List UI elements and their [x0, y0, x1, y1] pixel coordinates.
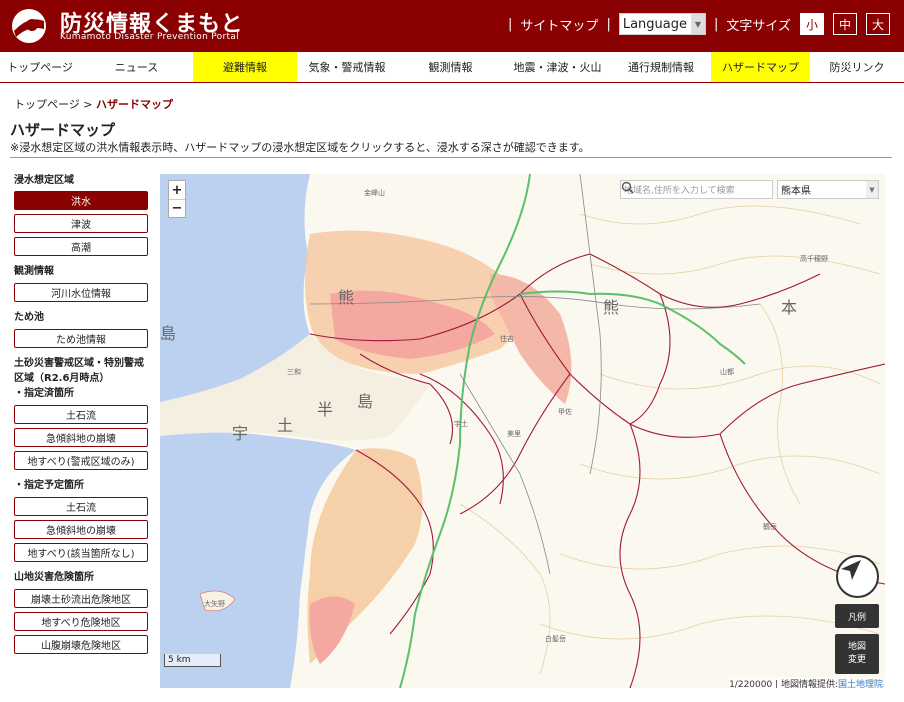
map-canvas[interactable] [160, 174, 885, 688]
map-search-input[interactable]: 地域名,住所を入力して検索 [620, 180, 773, 199]
map-label-kuri: 鶴岳 [763, 523, 777, 531]
nav-item-earthquake[interactable]: 地震・津波・火山 [504, 52, 611, 82]
page-note: ※浸水想定区域の洪水情報表示時、ハザードマップの浸水想定区域をクリックすると、浸… [10, 141, 590, 154]
prefecture-select[interactable]: 熊本県 ▼ [777, 180, 879, 199]
sidebar-item-pond-info[interactable]: ため池情報 [14, 329, 148, 348]
map-label-kumamoto-2: 熊 [603, 298, 620, 317]
font-size-medium-button[interactable]: 中 [833, 13, 857, 35]
legend-button[interactable]: 凡例 [835, 604, 879, 628]
sidebar-item-storm-surge[interactable]: 高潮 [14, 237, 148, 256]
sidebar-heading-planned: ・指定予定箇所 [14, 480, 84, 491]
chevron-down-icon: ▼ [866, 181, 878, 198]
breadcrumb-current: ハザードマップ [96, 98, 173, 111]
sidebar-item-river-level[interactable]: 河川水位情報 [14, 283, 148, 302]
search-placeholder: 地域名,住所を入力して検索 [624, 186, 735, 196]
sitemap-link[interactable]: サイトマップ [520, 15, 598, 34]
breadcrumb-home[interactable]: トップページ [14, 98, 80, 111]
font-size-small-button[interactable]: 小 [800, 13, 824, 35]
map-label-yamato: 山都 [720, 368, 734, 376]
zoom-out-button[interactable]: − [169, 199, 185, 217]
sidebar-item-tsunami[interactable]: 津波 [14, 214, 148, 233]
zoom-in-button[interactable]: + [169, 181, 185, 199]
logo-icon[interactable] [8, 7, 50, 45]
sidebar-item-collapse-outflow[interactable]: 崩壊土砂流出危険地区 [14, 589, 148, 608]
sidebar-heading-sediment-2: 区域（R2.6月時点） [14, 373, 110, 384]
change-map-button[interactable]: 地図 変更 [835, 634, 879, 674]
breadcrumb: トップページ > ハザードマップ [14, 96, 173, 112]
divider: | [713, 16, 719, 32]
prefecture-value: 熊本県 [781, 186, 811, 197]
map-label-sumiyoshi: 住吉 [500, 335, 514, 343]
scale-bar: 5 km [164, 654, 221, 667]
sidebar-item-hillside-collapse[interactable]: 山腹崩壊危険地区 [14, 635, 148, 654]
breadcrumb-separator: > [83, 98, 93, 111]
nav-item-observation[interactable]: 観測情報 [397, 52, 504, 82]
current-location-button[interactable] [836, 555, 879, 598]
sidebar-item-landslide[interactable]: 地すべり(警戒区域のみ) [14, 451, 148, 470]
nav-item-weather[interactable]: 気象・警戒情報 [297, 52, 397, 82]
sidebar-heading-flood-area: 浸水想定区域 [14, 175, 74, 186]
map-label-kosa: 甲佐 [558, 408, 572, 416]
nav-item-evacuation[interactable]: 避難情報 [193, 52, 297, 82]
map-label-shima-2: 島 [357, 392, 374, 411]
attribution-text: 1/220000 | 地図情報提供: [729, 680, 838, 688]
map-label-u: 宇 [232, 424, 249, 443]
divider [10, 157, 892, 158]
map-label-uto: 宇土 [454, 420, 468, 428]
sidebar-heading-mountain: 山地災害危険箇所 [14, 572, 94, 583]
map-attribution: 1/220000 | 地図情報提供:国土地理院 [729, 677, 883, 688]
sidebar-item-planned-debris-flow[interactable]: 土石流 [14, 497, 148, 516]
divider: | [606, 16, 611, 32]
sidebar-heading-sediment: 土砂災害警戒区域・特別警戒 [14, 358, 144, 369]
sidebar-item-debris-flow[interactable]: 土石流 [14, 405, 148, 424]
navigation-arrow-icon [841, 560, 861, 580]
nav-item-hazard-map[interactable]: ハザードマップ [711, 52, 810, 82]
zoom-control: + − [168, 180, 186, 218]
map-label-kumamoto: 熊 [338, 288, 355, 307]
nav-item-links[interactable]: 防災リンク [810, 52, 904, 82]
site-subtitle: Kumamoto Disaster Prevention Portal [60, 32, 239, 42]
sidebar-heading-designated: ・指定済箇所 [14, 388, 74, 399]
hazard-map[interactable]: 熊 熊 本 島 宇 土 半 島 金峰山 高千穂野 大矢野 白髪岳 甲佐 美里 宇… [160, 174, 885, 688]
language-select[interactable]: Language ▼ [618, 13, 706, 35]
map-label-hon: 本 [781, 298, 798, 317]
sidebar-item-planned-steep-slope[interactable]: 急傾斜地の崩壊 [14, 520, 148, 539]
map-label-misato: 美里 [507, 430, 521, 438]
map-label-takachiho: 高千穂野 [800, 255, 828, 263]
change-map-label-2: 変更 [847, 655, 866, 665]
map-label-han: 半 [317, 400, 334, 419]
nav-item-news[interactable]: ニュース [80, 52, 193, 82]
header-tools: | サイトマップ | Language ▼ | 文字サイズ 小 中 大 [500, 11, 890, 37]
sidebar-heading-observation: 観測情報 [14, 266, 54, 277]
map-label-do: 土 [277, 416, 294, 435]
map-label-sanwa: 三和 [287, 368, 301, 376]
font-size-large-button[interactable]: 大 [866, 13, 890, 35]
sidebar-heading-ponds: ため池 [14, 312, 44, 323]
page-title: ハザードマップ [10, 121, 116, 139]
divider: | [508, 16, 513, 32]
map-label-shirahata: 白髪岳 [545, 635, 566, 643]
main-nav: トップページ ニュース 避難情報 気象・警戒情報 観測情報 地震・津波・火山 通… [0, 52, 904, 83]
map-label-otomo: 大矢野 [204, 600, 225, 608]
search-icon[interactable] [621, 181, 634, 194]
nav-item-traffic[interactable]: 通行規制情報 [611, 52, 711, 82]
sidebar-item-steep-slope[interactable]: 急傾斜地の崩壊 [14, 428, 148, 447]
attribution-link[interactable]: 国土地理院 [838, 680, 883, 688]
site-header: 防災情報くまもと Kumamoto Disaster Prevention Po… [0, 0, 904, 52]
change-map-label-1: 地図 [847, 642, 866, 652]
map-label-shima: 島 [160, 324, 177, 343]
sidebar-item-flood[interactable]: 洪水 [14, 191, 148, 210]
sidebar-item-landslide-risk[interactable]: 地すべり危険地区 [14, 612, 148, 631]
chevron-down-icon: ▼ [690, 14, 705, 34]
language-label: Language [622, 16, 687, 32]
nav-item-top[interactable]: トップページ [0, 52, 80, 82]
font-size-label: 文字サイズ [726, 18, 791, 34]
sidebar-item-planned-landslide[interactable]: 地すべり(該当箇所なし) [14, 543, 148, 562]
map-label-kinpozan: 金峰山 [364, 189, 385, 197]
